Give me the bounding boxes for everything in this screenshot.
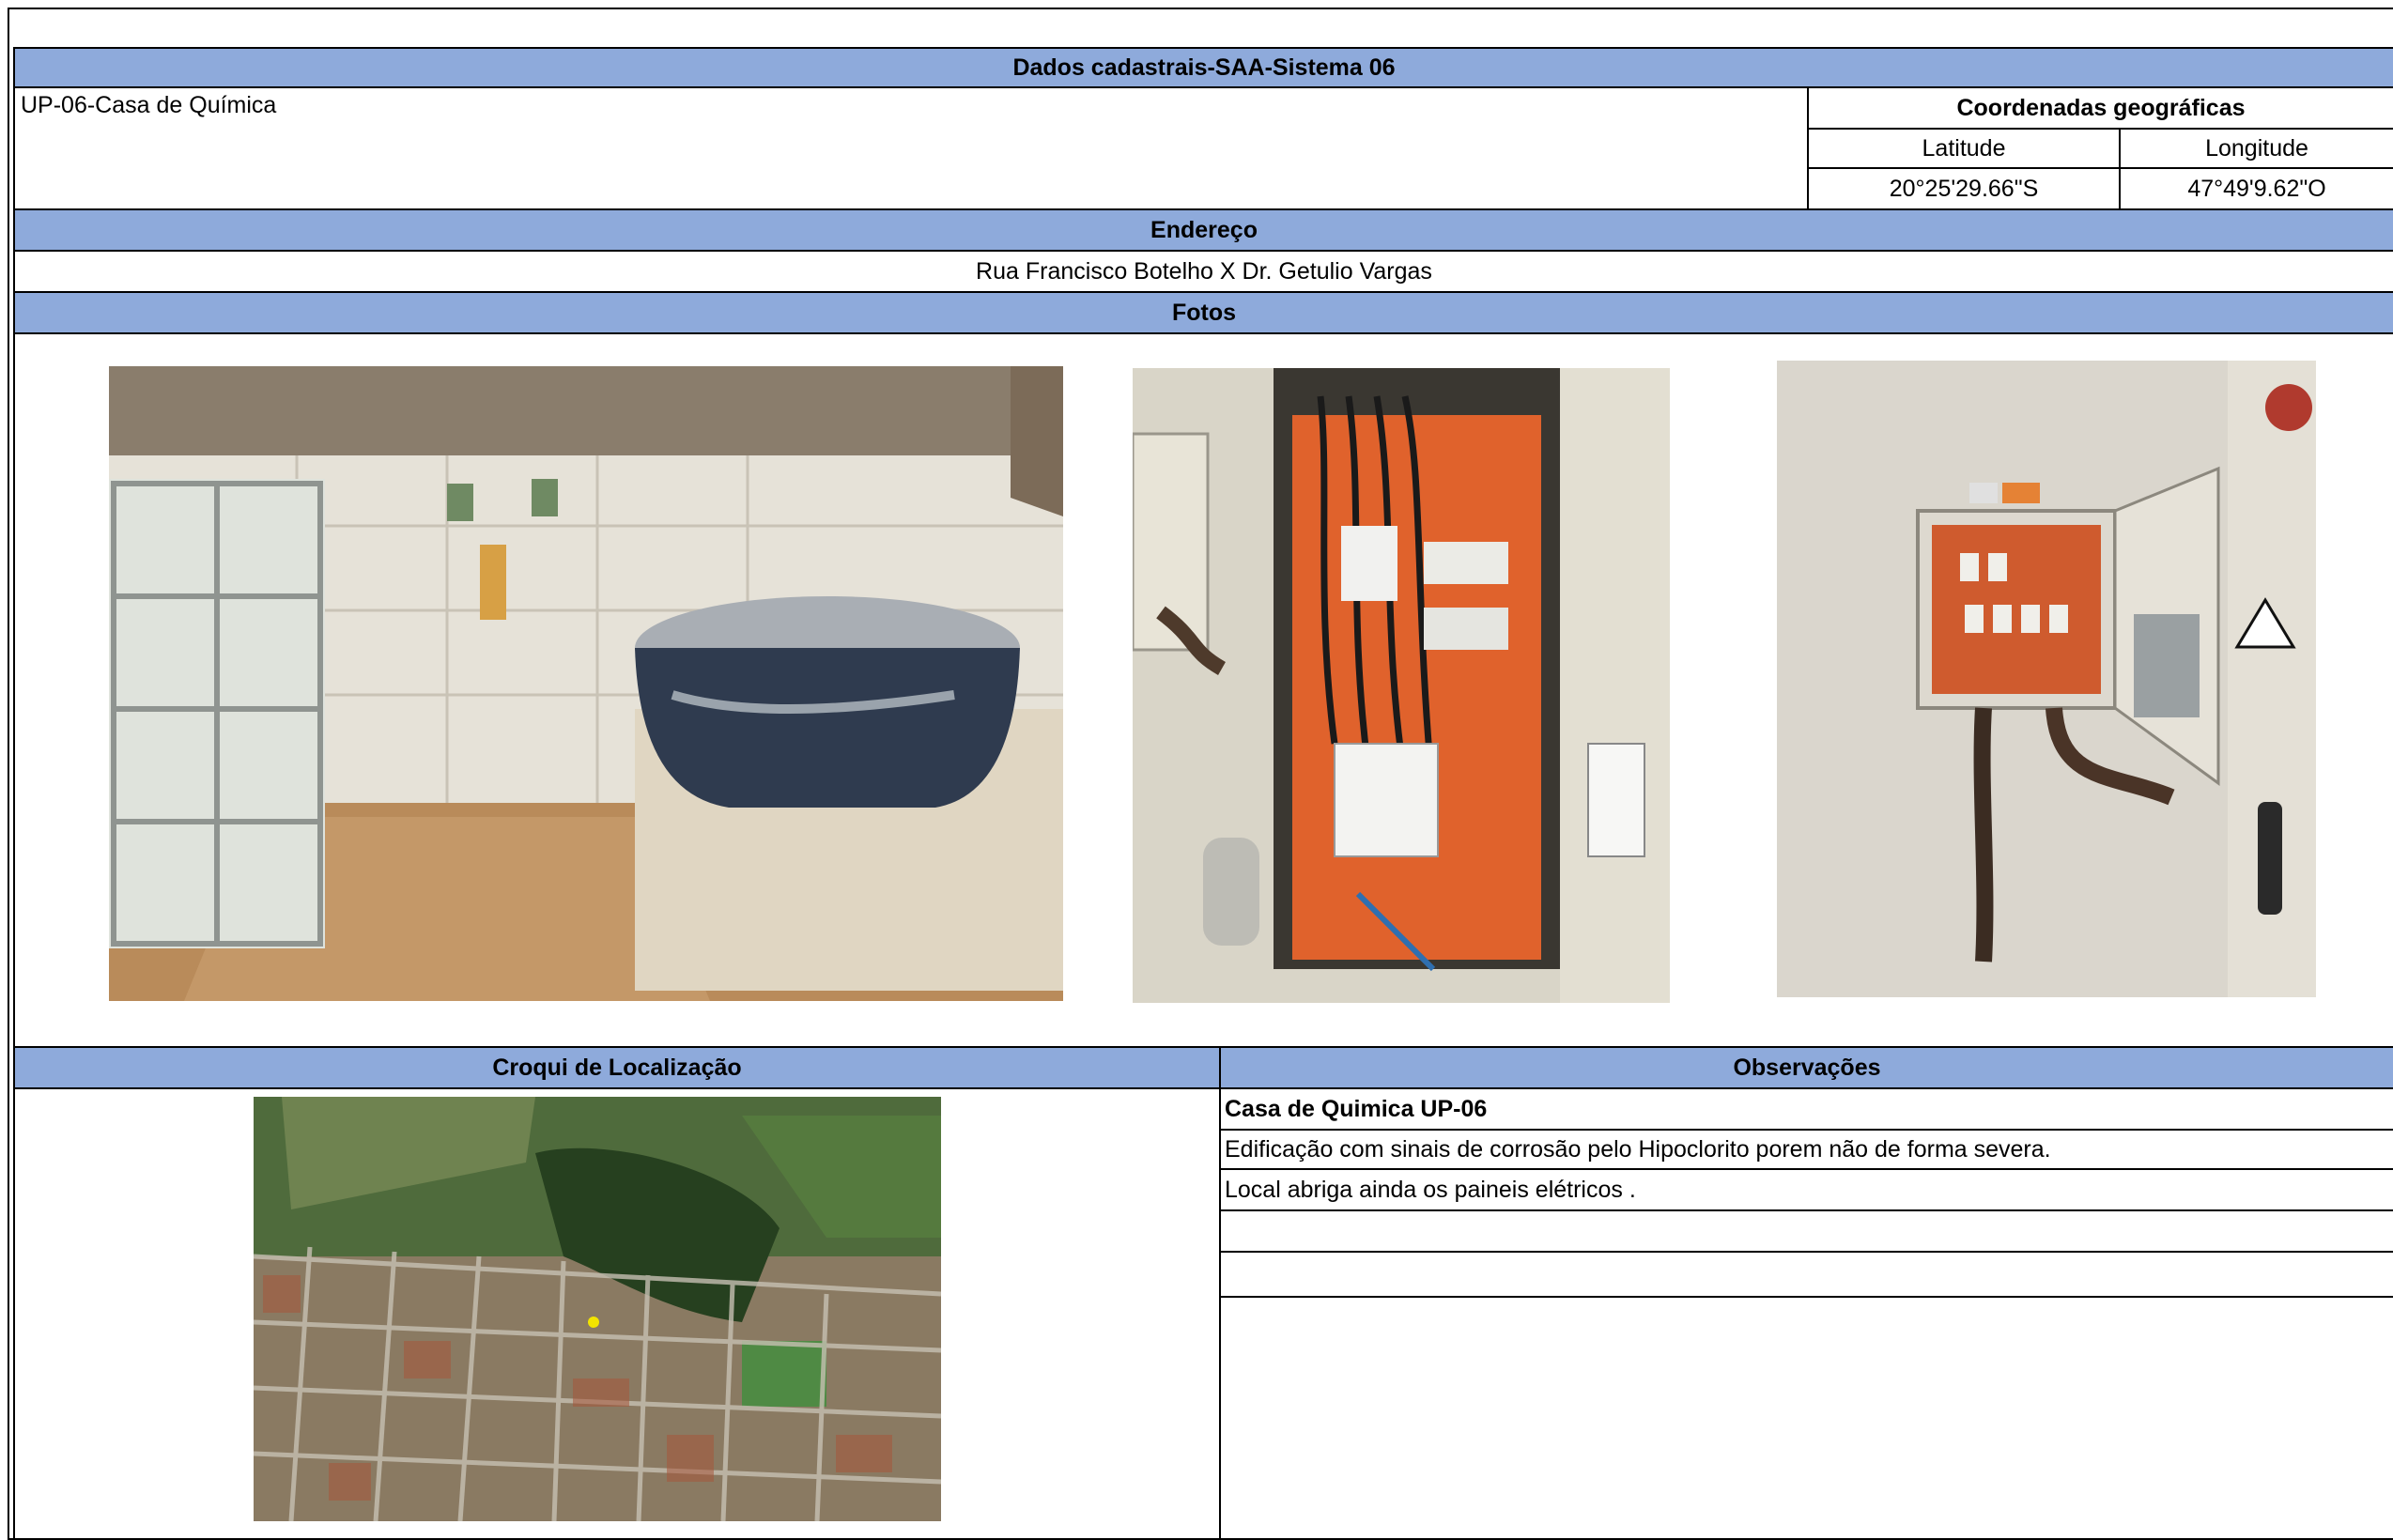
unit-name-cell: UP-06-Casa de Química	[13, 86, 1809, 210]
aerial-map-image	[254, 1097, 941, 1521]
coordinates-title: Coordenadas geográficas	[1807, 86, 2393, 130]
page-title: Dados cadastrais-SAA-Sistema 06	[13, 47, 2393, 88]
observation-line-5	[1219, 1251, 2393, 1298]
croqui-header: Croqui de Localização	[13, 1046, 1221, 1089]
observation-line-1: Casa de Quimica UP-06	[1219, 1087, 2393, 1131]
observation-line-2: Edificação com sinais de corrosão pelo H…	[1219, 1129, 2393, 1170]
address-header: Endereço	[13, 208, 2393, 252]
photos-header: Fotos	[13, 291, 2393, 334]
photo-control-box	[1777, 361, 2316, 997]
photo-electrical-panel	[1133, 368, 1670, 1003]
latitude-label: Latitude	[1807, 128, 2121, 169]
longitude-label: Longitude	[2119, 128, 2393, 169]
observation-line-3: Local abriga ainda os paineis elétricos …	[1219, 1168, 2393, 1211]
address-value: Rua Francisco Botelho X Dr. Getulio Varg…	[13, 250, 2393, 293]
longitude-value: 47°49'9.62"O	[2119, 167, 2393, 210]
photo-chemical-room	[109, 366, 1063, 1001]
observation-line-4	[1219, 1209, 2393, 1253]
observations-header: Observações	[1219, 1046, 2393, 1089]
latitude-value: 20°25'29.66"S	[1807, 167, 2121, 210]
unit-name: UP-06-Casa de Química	[21, 92, 277, 118]
